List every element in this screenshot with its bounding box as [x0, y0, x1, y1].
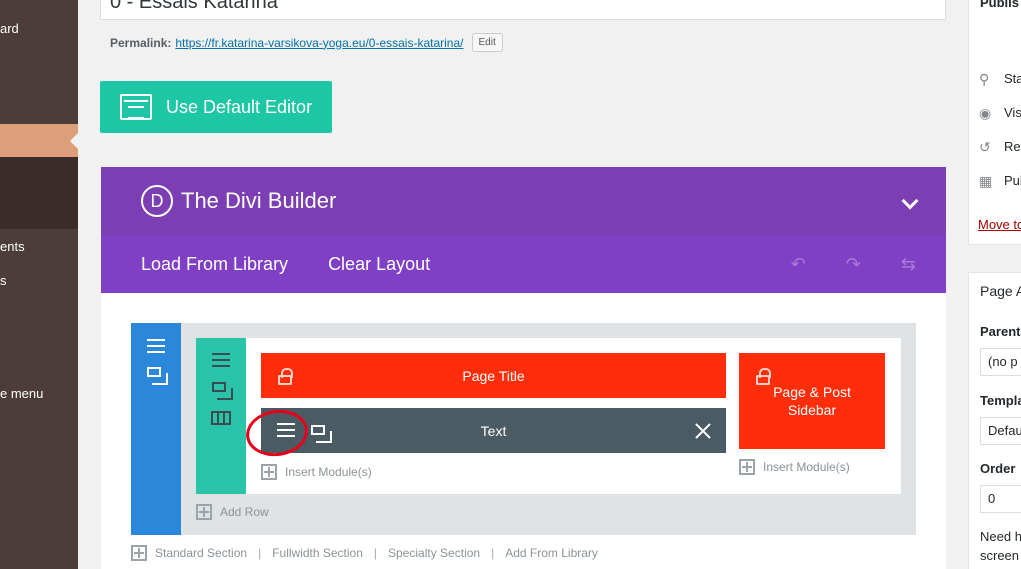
module-text[interactable]: Text	[261, 408, 726, 453]
section-settings-icon[interactable]	[147, 339, 165, 353]
section-handle[interactable]	[131, 323, 181, 535]
order-input[interactable]: 0	[980, 485, 1021, 513]
post-title-input[interactable]: 0 - Essais Katarina	[100, 0, 946, 20]
module-text-label: Text	[480, 422, 507, 439]
admin-menu-item-plugins[interactable]: s	[0, 273, 7, 288]
divi-builder-box: D The Divi Builder Load From Library Cle…	[101, 167, 946, 569]
module-sidebar[interactable]: Page & Post Sidebar	[739, 353, 885, 449]
divi-header: D The Divi Builder	[101, 167, 946, 235]
row-clone-icon[interactable]	[212, 382, 233, 400]
fullwidth-section-link[interactable]: Fullwidth Section	[272, 546, 363, 560]
module-sidebar-label: Page & Post Sidebar	[773, 384, 851, 418]
history-controls: ↶ ↷ ⇆	[791, 254, 916, 275]
move-to-trash-link[interactable]: Move to	[978, 217, 1021, 232]
section-add-links: Standard Section | Fullwidth Section | S…	[131, 545, 598, 561]
admin-menu-top	[0, 0, 78, 124]
history-icon: ↺	[979, 139, 991, 155]
use-default-editor-label: Use Default Editor	[166, 96, 313, 117]
add-row-button[interactable]: Add Row	[196, 504, 269, 520]
module-page-title[interactable]: Page Title	[261, 353, 726, 398]
template-label: Templa	[980, 393, 1021, 408]
plus-icon	[261, 464, 277, 480]
add-from-library-link[interactable]: Add From Library	[505, 546, 598, 560]
admin-menu-item-dashboard[interactable]: ard	[0, 21, 19, 36]
help-text-line2: screen	[980, 548, 1020, 563]
insert-module-label: Insert Module(s)	[763, 460, 850, 474]
admin-menu-item-collapse[interactable]: e menu	[0, 386, 43, 401]
row-handle[interactable]	[196, 338, 246, 494]
active-menu-arrow	[70, 133, 78, 149]
clear-layout-button[interactable]: Clear Layout	[328, 254, 430, 275]
calendar-icon: ▦	[979, 173, 993, 189]
permalink-label: Permalink:	[110, 35, 172, 50]
lock-icon	[278, 368, 293, 385]
publish-visibility: Visi	[1004, 105, 1021, 120]
add-row-label: Add Row	[220, 505, 269, 519]
module-delete-icon[interactable]	[694, 422, 712, 440]
permalink-edit-button[interactable]: Edit	[471, 33, 503, 52]
row-columns-icon[interactable]	[211, 411, 231, 425]
publish-box-title: Publis	[980, 0, 1020, 10]
builder-row: Page Title Text Insert Module(s) Page & …	[196, 338, 901, 494]
permalink-row: Permalink: https://fr.katarina-varsikova…	[110, 33, 503, 52]
use-default-editor-button[interactable]: Use Default Editor	[100, 81, 332, 133]
separator: |	[491, 546, 495, 560]
admin-submenu	[0, 157, 78, 229]
page-attributes-title: Page A	[980, 283, 1021, 299]
load-from-library-button[interactable]: Load From Library	[141, 254, 288, 275]
specialty-section-link[interactable]: Specialty Section	[388, 546, 480, 560]
parent-label: Parent	[980, 324, 1021, 339]
separator: |	[373, 546, 378, 560]
publish-revisions: Rev	[1004, 139, 1021, 154]
order-label: Order	[980, 461, 1016, 476]
plus-icon	[196, 504, 212, 520]
eye-icon: ◉	[979, 105, 992, 121]
plus-icon	[131, 545, 147, 561]
divi-title: The Divi Builder	[181, 188, 337, 213]
undo-icon[interactable]: ↶	[791, 254, 806, 275]
row-settings-icon[interactable]	[212, 353, 230, 367]
pin-icon: ⚲	[979, 71, 990, 87]
admin-menu-item-comments[interactable]: ents	[0, 239, 25, 254]
standard-section-link[interactable]: Standard Section	[155, 546, 247, 560]
redo-icon[interactable]: ↷	[846, 254, 861, 275]
history-icon[interactable]: ⇆	[901, 254, 916, 275]
editor-window-icon	[120, 94, 152, 120]
insert-module-label: Insert Module(s)	[285, 465, 372, 479]
insert-module-left[interactable]: Insert Module(s)	[261, 464, 372, 480]
divi-toolbar: Load From Library Clear Layout ↶ ↷ ⇆	[101, 235, 946, 293]
lock-icon	[756, 368, 771, 385]
publish-box	[968, 0, 1021, 245]
help-text-line1: Need h	[980, 529, 1021, 544]
parent-select[interactable]: (no p	[980, 348, 1021, 376]
insert-module-right[interactable]: Insert Module(s)	[739, 459, 850, 475]
module-page-title-label: Page Title	[462, 367, 525, 384]
section-clone-icon[interactable]	[147, 367, 168, 385]
module-clone-icon[interactable]	[311, 425, 332, 443]
template-select[interactable]: Defau	[980, 417, 1021, 445]
plus-icon	[739, 459, 755, 475]
publish-status: Sta	[1004, 71, 1021, 86]
admin-menu-item-pages-active[interactable]	[0, 124, 78, 157]
admin-sidebar: ard ents s e menu	[0, 0, 78, 569]
collapse-chevron-icon[interactable]	[901, 192, 919, 210]
publish-date: Pub	[1004, 173, 1021, 188]
separator: |	[258, 546, 262, 560]
permalink-link[interactable]: https://fr.katarina-varsikova-yoga.eu/0-…	[175, 36, 463, 50]
divi-logo-icon: D	[141, 185, 173, 217]
